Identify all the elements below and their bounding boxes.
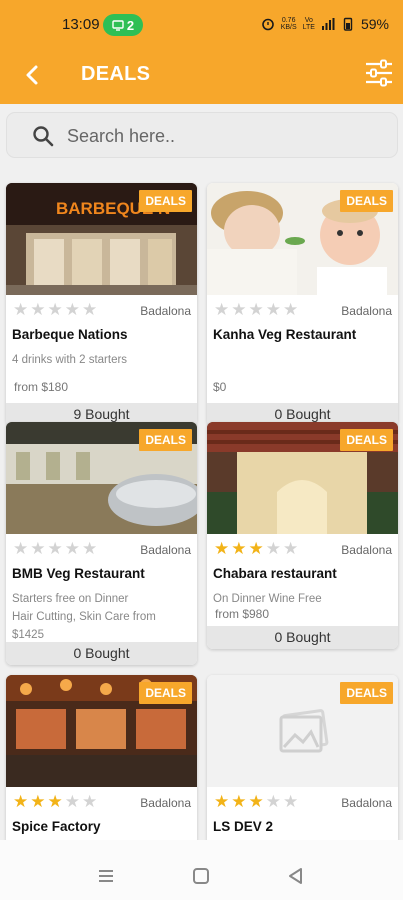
deal-name: Kanha Veg Restaurant: [213, 327, 357, 342]
star-icon: ★: [30, 539, 46, 558]
star-icon: ★: [82, 792, 98, 811]
deal-card[interactable]: DEALS ★ ★ ★ ★ ★ Badalona Kanha Veg Restauran…: [207, 183, 398, 426]
deal-location: Badalona: [341, 304, 392, 318]
deal-badge: DEALS: [340, 682, 393, 704]
star-icon: ★: [231, 300, 247, 319]
star-icon: ★: [248, 539, 264, 558]
deal-location: Badalona: [140, 304, 191, 318]
deal-price: $0: [213, 380, 227, 394]
rating-stars: ★ ★ ★ ★ ★: [214, 540, 298, 557]
status-time: 13:09: [62, 16, 100, 33]
battery-icon: [343, 17, 353, 31]
deals-grid: BARBEQUE N DEALS ★ ★ ★ ★ ★ Badalona Barbeque…: [0, 170, 403, 840]
star-icon: ★: [283, 300, 299, 319]
star-icon: ★: [13, 539, 29, 558]
deal-name: LS DEV 2: [213, 819, 274, 834]
rating-stars: ★ ★ ★ ★ ★: [13, 540, 97, 557]
star-icon: ★: [30, 300, 46, 319]
deal-price: from $180: [14, 380, 69, 394]
star-icon: ★: [64, 539, 80, 558]
star-icon: ★: [82, 539, 98, 558]
star-icon: ★: [231, 539, 247, 558]
deal-badge: DEALS: [139, 429, 192, 451]
star-icon: ★: [283, 539, 299, 558]
star-icon: ★: [265, 792, 281, 811]
search-input[interactable]: [67, 121, 387, 151]
deal-image: DEALS: [207, 675, 398, 787]
star-icon: ★: [248, 792, 264, 811]
status-icons: 0.76 KB/S Vo LTE 59%: [261, 16, 389, 32]
deal-card[interactable]: DEALS ★ ★ ★ ★ ★ Badalona LS DEV 2: [207, 675, 398, 840]
battery-percent: 59%: [360, 16, 389, 32]
notification-count: 2: [126, 17, 135, 33]
deal-description-extra: Hair Cutting, Skin Care from $1425: [12, 611, 156, 641]
star-icon: ★: [13, 792, 29, 811]
star-icon: ★: [47, 300, 63, 319]
deal-card[interactable]: DEALS ★ ★ ★ ★ ★ Badalona Spice Factory: [6, 675, 197, 840]
deal-name: Chabara restaurant: [213, 566, 337, 581]
system-nav-bar: [0, 840, 403, 900]
search-icon: [33, 126, 54, 147]
rating-stars: ★ ★ ★ ★ ★: [214, 793, 298, 810]
deal-location: Badalona: [140, 543, 191, 557]
star-icon: ★: [64, 792, 80, 811]
status-bar: 13:09 2 0.76 KB/S Vo LTE 59%: [0, 0, 403, 50]
bought-count: 0 Bought: [6, 642, 197, 665]
star-icon: ★: [214, 539, 230, 558]
deal-name: BMB Veg Restaurant: [12, 566, 145, 581]
recents-icon[interactable]: [96, 866, 116, 886]
deal-image: DEALS: [6, 675, 197, 787]
deal-name: Spice Factory: [12, 819, 101, 834]
app-bar: DEALS: [0, 50, 403, 104]
volte-indicator: Vo LTE: [302, 17, 315, 31]
star-icon: ★: [214, 792, 230, 811]
deal-card[interactable]: DEALS ★ ★ ★ ★ ★ Badalona Chabara restaurant …: [207, 422, 398, 649]
filter-sliders-icon[interactable]: [363, 56, 395, 90]
star-icon: ★: [283, 792, 299, 811]
deal-badge: DEALS: [139, 190, 192, 212]
rating-stars: ★ ★ ★ ★ ★: [214, 301, 298, 318]
deal-badge: DEALS: [139, 682, 192, 704]
home-icon[interactable]: [191, 866, 211, 886]
deal-description: 4 drinks with 2 starters: [12, 354, 128, 366]
deal-price: from $980: [215, 607, 270, 621]
star-icon: ★: [13, 300, 29, 319]
notification-pill: 2: [103, 14, 143, 36]
alarm-icon: [261, 18, 274, 31]
deal-image: BARBEQUE N DEALS: [6, 183, 197, 295]
rating-stars: ★ ★ ★ ★ ★: [13, 793, 97, 810]
back-triangle-icon[interactable]: [286, 866, 306, 886]
star-icon: ★: [265, 300, 281, 319]
star-icon: ★: [64, 300, 80, 319]
star-icon: ★: [30, 792, 46, 811]
rating-stars: ★ ★ ★ ★ ★: [13, 301, 97, 318]
star-icon: ★: [248, 300, 264, 319]
search-bar: [6, 112, 398, 158]
star-icon: ★: [47, 792, 63, 811]
back-arrow-icon[interactable]: [18, 60, 48, 90]
deal-location: Badalona: [341, 796, 392, 810]
deal-description: On Dinner Wine Free: [213, 593, 322, 605]
deal-badge: DEALS: [340, 190, 393, 212]
net-speed: 0.76 KB/S: [280, 17, 297, 31]
deal-location: Badalona: [140, 796, 191, 810]
deal-badge: DEALS: [340, 429, 393, 451]
deal-description: Starters free on Dinner: [12, 593, 129, 605]
deal-image: DEALS: [6, 422, 197, 534]
star-icon: ★: [231, 792, 247, 811]
deal-name: Barbeque Nations: [12, 327, 128, 342]
tv-icon: [112, 20, 124, 31]
page-title: DEALS: [81, 63, 151, 85]
bought-count: 0 Bought: [207, 626, 398, 649]
star-icon: ★: [82, 300, 98, 319]
star-icon: ★: [47, 539, 63, 558]
star-icon: ★: [214, 300, 230, 319]
deal-location: Badalona: [341, 543, 392, 557]
deal-image: DEALS: [207, 183, 398, 295]
star-icon: ★: [265, 539, 281, 558]
deal-card[interactable]: DEALS ★ ★ ★ ★ ★ Badalona BMB Veg Restaurant …: [6, 422, 197, 665]
deal-card[interactable]: BARBEQUE N DEALS ★ ★ ★ ★ ★ Badalona Barbeque…: [6, 183, 197, 426]
deal-image: DEALS: [207, 422, 398, 534]
signal-icon: [321, 18, 335, 30]
